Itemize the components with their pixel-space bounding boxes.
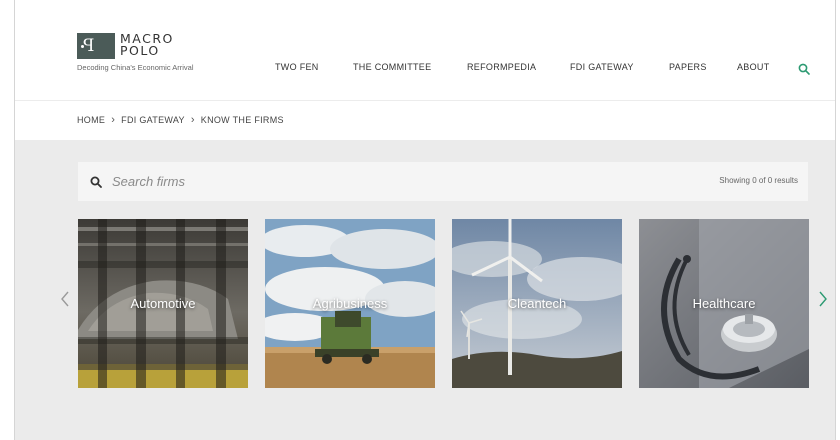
breadcrumb-know-the-firms: KNOW THE FIRMS bbox=[200, 115, 284, 125]
nav-item-reformpedia[interactable]: REFORMPEDIA bbox=[467, 62, 536, 72]
breadcrumb-home[interactable]: HOME bbox=[77, 115, 105, 125]
search-icon[interactable] bbox=[798, 63, 810, 75]
card-label: Agribusiness bbox=[312, 296, 388, 311]
category-card-automotive[interactable]: Automotive bbox=[78, 219, 248, 388]
firm-search-bar: Showing 0 of 0 results bbox=[78, 162, 808, 201]
nav-item-fdi-gateway[interactable]: FDI GATEWAY bbox=[570, 62, 634, 72]
results-count: Showing 0 of 0 results bbox=[719, 176, 798, 185]
breadcrumb-fdi-gateway[interactable]: FDI GATEWAY bbox=[121, 115, 185, 125]
carousel-prev-arrow-icon[interactable] bbox=[59, 290, 71, 308]
card-label: Automotive bbox=[130, 296, 196, 311]
carousel-next-arrow-icon[interactable] bbox=[817, 290, 829, 308]
logo-tagline: Decoding China's Economic Arrival bbox=[77, 63, 194, 72]
nav-item-papers[interactable]: PAPERS bbox=[669, 62, 707, 72]
card-label: Healthcare bbox=[692, 296, 756, 311]
logo-mark-icon: ꟼ bbox=[77, 33, 115, 59]
logo-wordmark: MACRO POLO bbox=[120, 32, 174, 58]
category-card-cleantech[interactable]: Cleantech bbox=[452, 219, 622, 388]
page: ꟼ MACRO POLO Decoding China's Economic A… bbox=[14, 0, 836, 440]
logo[interactable]: ꟼ MACRO POLO bbox=[77, 32, 174, 59]
breadcrumb: HOME › FDI GATEWAY › KNOW THE FIRMS bbox=[77, 114, 284, 126]
chevron-right-icon: › bbox=[190, 114, 195, 126]
card-label: Cleantech bbox=[507, 296, 567, 311]
nav-item-about[interactable]: ABOUT bbox=[737, 62, 770, 72]
nav-item-two-fen[interactable]: TWO FEN bbox=[275, 62, 319, 72]
search-icon bbox=[90, 176, 102, 188]
search-firms-input[interactable] bbox=[112, 174, 532, 189]
logo-name-line2: POLO bbox=[120, 43, 160, 58]
nav-item-the-committee[interactable]: THE COMMITTEE bbox=[353, 62, 431, 72]
category-card-healthcare[interactable]: Healthcare bbox=[639, 219, 809, 388]
site-header: ꟼ MACRO POLO Decoding China's Economic A… bbox=[15, 0, 835, 140]
category-card-agribusiness[interactable]: Agribusiness bbox=[265, 219, 435, 388]
header-divider bbox=[15, 100, 835, 101]
chevron-right-icon: › bbox=[111, 114, 116, 126]
